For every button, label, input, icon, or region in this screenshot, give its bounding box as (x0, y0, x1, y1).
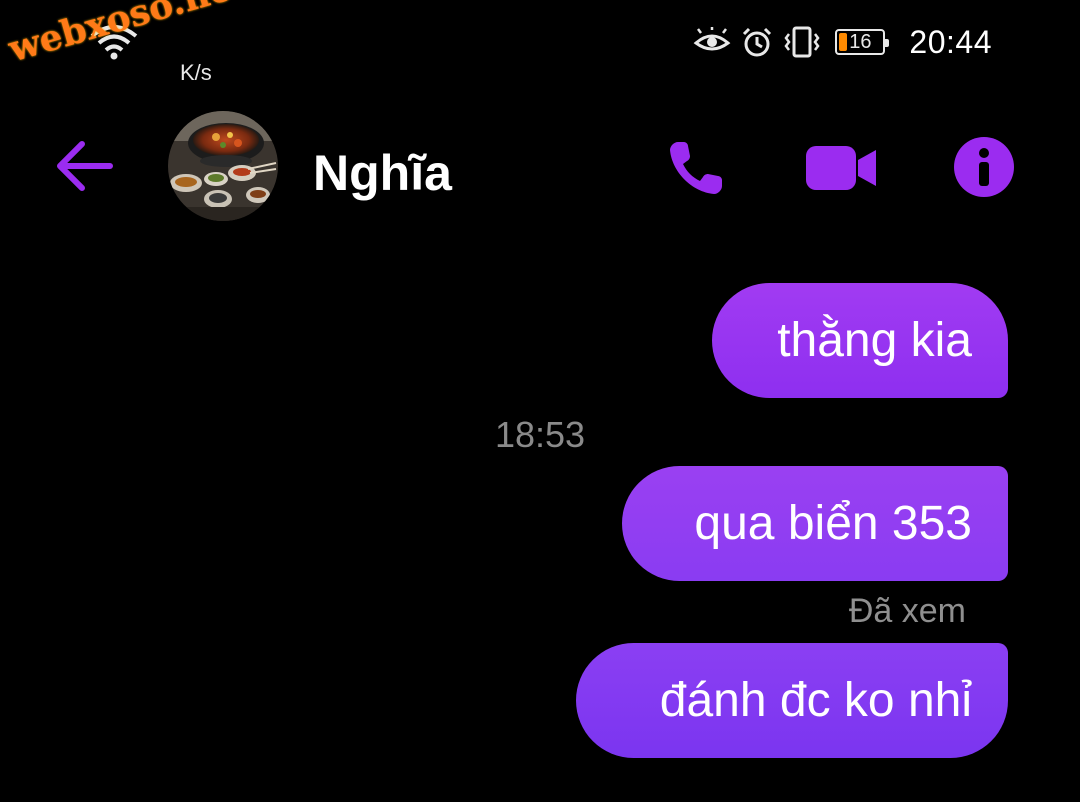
contact-name[interactable]: Nghĩa (313, 144, 452, 202)
back-arrow-icon[interactable] (52, 136, 116, 196)
info-icon[interactable] (952, 135, 1016, 199)
battery-icon: 16 (835, 29, 890, 55)
phone-icon[interactable] (664, 136, 728, 200)
chat-header: Nghĩa (0, 108, 1080, 228)
alarm-icon (743, 27, 772, 57)
battery-fill (839, 33, 848, 51)
vibrate-icon (784, 26, 820, 58)
status-clock: 20:44 (909, 23, 992, 60)
message-bubble[interactable]: đánh đc ko nhỉ (576, 643, 1008, 758)
avatar-food-image (168, 111, 278, 221)
chat-screen: webxoso.net K/s 16 20:44 Nghĩa thằng kia… (0, 0, 1080, 802)
status-bar-right: 16 20:44 (693, 20, 992, 64)
message-timestamp: 18:53 (494, 414, 586, 455)
message-bubble[interactable]: thằng kia (712, 283, 1008, 398)
seen-indicator: Đã xem (848, 592, 966, 630)
battery-level: 16 (849, 30, 872, 53)
eye-icon (694, 27, 731, 51)
video-camera-icon[interactable] (804, 140, 878, 196)
message-bubble[interactable]: qua biển 353 (622, 466, 1008, 581)
net-speed-label: K/s (180, 60, 212, 85)
avatar[interactable] (168, 111, 278, 221)
